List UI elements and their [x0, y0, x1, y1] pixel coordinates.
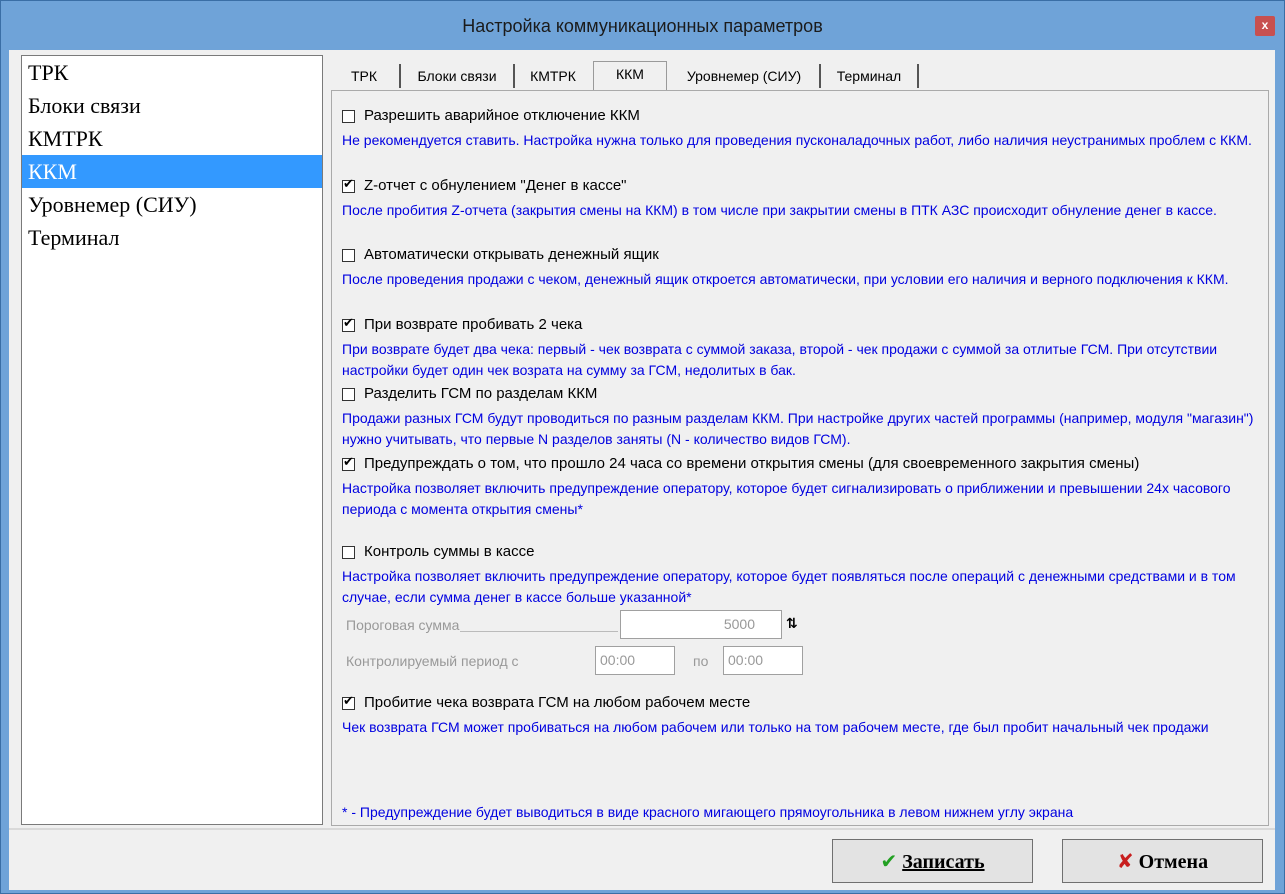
threshold-label: Пороговая сумма — [346, 617, 460, 633]
option-description: При возврате будет два чека: первый - че… — [342, 341, 1218, 378]
tab-kkm[interactable]: ККМ — [593, 61, 667, 90]
tab-kmtrk[interactable]: КМТРК — [515, 64, 591, 88]
option-description: После проведения продажи с чеком, денежн… — [342, 271, 1229, 287]
option-label[interactable]: Пробитие чека возврата ГСМ на любом рабо… — [364, 694, 750, 711]
option-description: Настройка позволяет включить предупрежде… — [342, 480, 1231, 517]
z-report-reset-checkbox[interactable] — [342, 177, 355, 193]
threshold-underline — [460, 631, 618, 632]
footnote: * - Предупреждение будет выводиться в ви… — [342, 804, 1074, 820]
cancel-button[interactable]: ✘ Отмена — [1062, 839, 1263, 883]
auto-open-drawer-checkbox[interactable] — [342, 249, 355, 262]
divider — [9, 828, 1275, 830]
split-fuel-checkbox[interactable] — [342, 388, 355, 401]
cancel-button-label: Отмена — [1138, 851, 1209, 873]
title-bar[interactable]: Настройка коммуникационных параметров x — [1, 1, 1284, 51]
close-button[interactable]: x — [1255, 16, 1275, 36]
window-title: Настройка коммуникационных параметров — [462, 16, 823, 36]
sidebar-item-kmtrk[interactable]: КМТРК — [22, 122, 322, 155]
sidebar-item-comm-blocks[interactable]: Блоки связи — [22, 89, 322, 122]
24h-warning-checkbox[interactable] — [342, 455, 355, 471]
return-any-workplace-checkbox[interactable] — [342, 694, 355, 710]
period-to-input[interactable]: 00:00 — [723, 646, 803, 675]
option-label[interactable]: Контроль суммы в кассе — [364, 543, 534, 560]
spin-arrows-icon[interactable]: ⇅ — [786, 612, 804, 636]
cross-icon: ✘ — [1116, 849, 1134, 873]
option-description: После пробития Z-отчета (закрытия смены … — [342, 202, 1217, 218]
sidebar-item-terminal[interactable]: Терминал — [22, 221, 322, 254]
option-label[interactable]: Z-отчет с обнулением "Денег в кассе" — [364, 177, 627, 194]
tab-terminal[interactable]: Терминал — [821, 64, 919, 88]
option-label[interactable]: Разделить ГСМ по разделам ККМ — [364, 385, 597, 402]
tab-trk[interactable]: ТРК — [329, 64, 401, 88]
save-button-label: Записать — [902, 851, 985, 873]
option-description: Не рекомендуется ставить. Настройка нужн… — [342, 132, 1252, 148]
emergency-disable-checkbox[interactable] — [342, 110, 355, 123]
dialog-client: ТРК Блоки связи КМТРК ККМ Уровнемер (СИУ… — [9, 50, 1275, 890]
period-label: Контролируемый период с — [346, 653, 519, 669]
option-description: Чек возврата ГСМ может пробиваться на лю… — [342, 719, 1209, 735]
category-list[interactable]: ТРК Блоки связи КМТРК ККМ Уровнемер (СИУ… — [21, 55, 323, 825]
checkmark-icon: ✔ — [880, 849, 898, 873]
option-label[interactable]: При возврате пробивать 2 чека — [364, 316, 582, 333]
two-receipts-checkbox[interactable] — [342, 316, 355, 332]
period-to-label: по — [693, 653, 709, 669]
option-label[interactable]: Автоматически открывать денежный ящик — [364, 246, 659, 263]
settings-window: Настройка коммуникационных параметров x … — [0, 0, 1285, 894]
cash-control-checkbox[interactable] — [342, 546, 355, 559]
sidebar-item-trk[interactable]: ТРК — [22, 56, 322, 89]
save-button[interactable]: ✔ Записать — [832, 839, 1033, 883]
option-label[interactable]: Разрешить аварийное отключение ККМ — [364, 107, 640, 124]
threshold-input[interactable]: 5000 — [620, 610, 782, 639]
option-description: Настройка позволяет включить предупрежде… — [342, 568, 1236, 605]
sidebar-item-kkm[interactable]: ККМ — [22, 155, 322, 188]
tab-level-gauge[interactable]: Уровнемер (СИУ) — [669, 64, 821, 88]
option-description: Продажи разных ГСМ будут проводиться по … — [342, 410, 1254, 447]
kkm-settings-panel: Разрешить аварийное отключение ККМ Не ре… — [331, 90, 1269, 826]
period-from-input[interactable]: 00:00 — [595, 646, 675, 675]
sidebar-item-level-gauge[interactable]: Уровнемер (СИУ) — [22, 188, 322, 221]
tab-comm-blocks[interactable]: Блоки связи — [401, 64, 515, 88]
option-label[interactable]: Предупреждать о том, что прошло 24 часа … — [364, 455, 1139, 472]
